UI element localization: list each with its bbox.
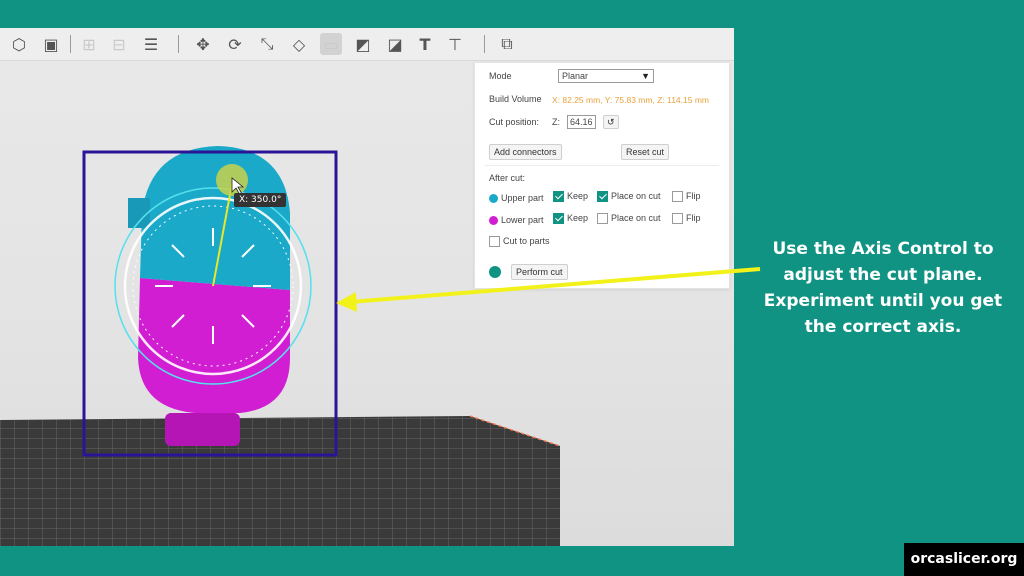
upper-place-on-cut-label: Place on cut — [611, 191, 661, 201]
split-objects-icon[interactable]: ⊞ — [78, 33, 100, 55]
seam-paint-icon[interactable]: ◪ — [384, 33, 406, 55]
cut-axis-label: Z: — [552, 117, 560, 127]
lower-keep-checkbox[interactable] — [553, 213, 564, 225]
upper-place-on-cut-option[interactable]: Place on cut — [597, 191, 661, 203]
split-parts-icon[interactable]: ⊟ — [108, 33, 130, 55]
lower-flip-checkbox[interactable] — [672, 213, 683, 225]
build-volume-label: Build Volume — [489, 94, 542, 104]
help-icon[interactable] — [489, 266, 504, 278]
after-cut-label: After cut: — [489, 173, 526, 183]
lower-part-row: Lower part — [489, 215, 544, 226]
assembly-icon[interactable]: ⧉ — [496, 33, 518, 55]
upper-place-on-cut-checkbox[interactable] — [597, 191, 608, 203]
reset-icon: ↺ — [607, 117, 615, 127]
lay-on-face-icon[interactable]: ◇ — [288, 33, 310, 55]
cut-icon[interactable]: ▭ — [320, 33, 342, 55]
lower-keep-option[interactable]: Keep — [553, 213, 589, 225]
upper-part-label: Upper part — [501, 193, 544, 203]
cut-to-parts-option[interactable]: Cut to parts — [489, 236, 550, 248]
lower-place-on-cut-label: Place on cut — [611, 213, 661, 223]
toolbar-divider — [484, 35, 485, 53]
cut-to-parts-label: Cut to parts — [503, 236, 550, 246]
orient-icon[interactable]: ▣ — [40, 33, 62, 55]
upper-keep-checkbox[interactable] — [553, 191, 564, 203]
mode-label: Mode — [489, 71, 512, 81]
upper-flip-checkbox[interactable] — [672, 191, 683, 203]
cut-position-input[interactable]: 64.16 — [567, 115, 596, 129]
upper-flip-option[interactable]: Flip — [672, 191, 701, 203]
add-connectors-button[interactable]: Add connectors — [489, 144, 562, 160]
layers-icon[interactable]: ☰ — [140, 33, 162, 55]
rotation-tooltip: X: 350.0° — [234, 193, 287, 207]
cut-to-parts-checkbox[interactable] — [489, 236, 500, 248]
toolbar-divider — [178, 35, 179, 53]
panel-divider — [485, 165, 719, 166]
upper-part-color-dot — [489, 194, 498, 204]
callout-text: Use the Axis Control to adjust the cut p… — [763, 239, 1003, 337]
rotate-icon[interactable]: ⟳ — [224, 33, 246, 55]
reset-cut-button[interactable]: Reset cut — [621, 144, 670, 160]
lower-part-color-dot — [489, 216, 498, 226]
upper-flip-label: Flip — [686, 191, 701, 201]
cut-position-label: Cut position: — [489, 117, 540, 127]
arrange-icon[interactable]: ⬡ — [8, 33, 30, 55]
chevron-down-icon: ▼ — [641, 71, 650, 81]
lower-flip-option[interactable]: Flip — [672, 213, 701, 225]
measure-icon[interactable]: ⊤ — [444, 33, 466, 55]
lower-part-label: Lower part — [501, 215, 544, 225]
perform-cut-button[interactable]: Perform cut — [511, 264, 568, 280]
scale-icon[interactable]: ⤡ — [256, 33, 278, 55]
lower-place-on-cut-checkbox[interactable] — [597, 213, 608, 225]
footer-badge: orcaslicer.org — [904, 543, 1024, 576]
mode-value: Planar — [562, 71, 589, 81]
move-icon[interactable]: ✥ — [192, 33, 214, 55]
build-volume-value: X: 82.25 mm, Y: 75.83 mm, Z: 114.15 mm — [552, 95, 710, 105]
upper-keep-label: Keep — [567, 191, 589, 201]
lower-place-on-cut-option[interactable]: Place on cut — [597, 213, 661, 225]
upper-part-row: Upper part — [489, 193, 544, 204]
text-icon[interactable]: T — [414, 33, 436, 55]
lower-flip-label: Flip — [686, 213, 701, 223]
3d-viewport[interactable]: X: 350.0° ⬡ ▣ ⊞ ⊟ ☰ ✥ ⟳ ⤡ ◇ ▭ ◩ ◪ T ⊤ ⧉ … — [0, 28, 734, 546]
toolbar-divider — [70, 35, 71, 53]
mode-select[interactable]: Planar ▼ — [558, 69, 654, 83]
reset-position-button[interactable]: ↺ — [603, 115, 619, 129]
model-foot — [165, 413, 240, 446]
lower-keep-label: Keep — [567, 213, 589, 223]
cut-panel: Mode Planar ▼ Build Volume X: 82.25 mm, … — [474, 62, 730, 289]
upper-keep-option[interactable]: Keep — [553, 191, 589, 203]
support-paint-icon[interactable]: ◩ — [352, 33, 374, 55]
gizmo-toolbar: ⬡ ▣ ⊞ ⊟ ☰ ✥ ⟳ ⤡ ◇ ▭ ◩ ◪ T ⊤ ⧉ — [0, 28, 734, 61]
